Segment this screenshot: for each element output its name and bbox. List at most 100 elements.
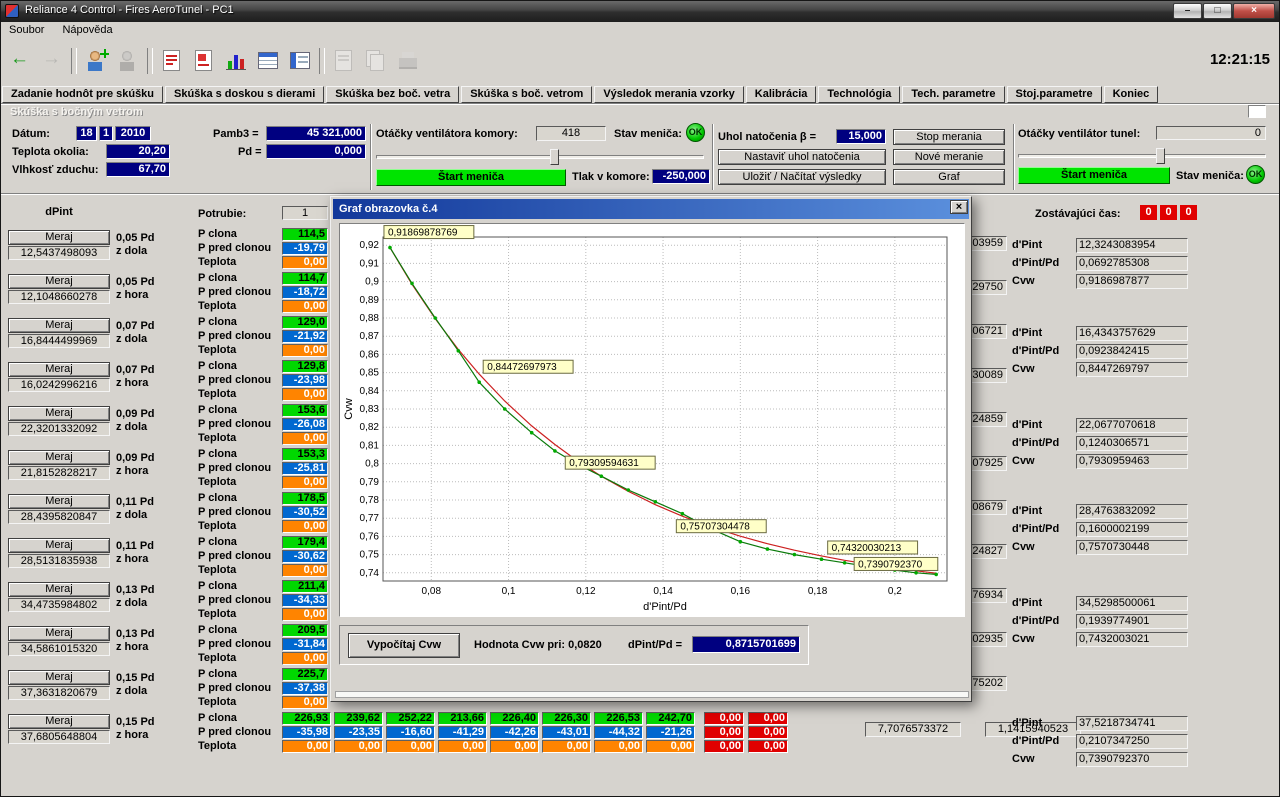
meraj-button[interactable]: Meraj [8,406,110,421]
minimize-button[interactable] [1173,3,1202,19]
toolbar-separator [319,48,325,74]
pd-level-label: 0,07 Pd [116,320,155,333]
p-clona-value: 239,62 [334,712,383,725]
remaining-time-digit: 0 [1140,205,1157,220]
direction-label: z hora [116,641,155,654]
vypocitaj-cvw-button[interactable]: Vypočítaj Cvw [348,633,460,658]
meraj-button[interactable]: Meraj [8,274,110,289]
dpint-measured-value: 16,0242996216 [8,378,110,392]
datum-month-field[interactable]: 1 [99,126,113,141]
meraj-button[interactable]: Meraj [8,450,110,465]
teplota-okolia-value: 20,20 [106,144,170,159]
nove-meranie-button[interactable]: Nové meranie [893,149,1005,165]
tlak-value: -250,000 [652,169,710,184]
alarm-document-button[interactable] [189,46,219,76]
pd-level-label: 0,09 Pd [116,408,155,421]
meraj-button[interactable]: Meraj [8,626,110,641]
ulozit-nacitat-button[interactable]: Uložiť / Načítať výsledky [718,169,886,185]
result-group: d'Pint12,3243083954d'Pint/Pd0,0692785308… [1012,238,1212,292]
tab-koniec[interactable]: Koniec [1104,86,1159,103]
maximize-button[interactable] [1203,3,1232,19]
pd-point-label: 0,07 Pdz dola [116,320,155,346]
p-clona-label: P clona [198,228,237,241]
svg-text:0,82: 0,82 [360,422,380,433]
divider [1013,124,1015,190]
meraj-button[interactable]: Meraj [8,670,110,685]
p-clona-label: P clona [198,668,237,681]
dpint-row: Meraj12,10486602780,05 Pdz hora [8,274,188,318]
meraj-button[interactable]: Meraj [8,714,110,729]
tab-skuska-doska-diery[interactable]: Skúška s doskou s dierami [165,86,324,103]
teplota-label: Teplota [198,300,236,313]
p-clona-value: 225,7 [282,668,328,681]
result-group: d'Pint34,5298500061d'Pint/Pd0,1939774901… [1012,596,1212,650]
svg-text:0,84: 0,84 [360,386,380,397]
stop-merania-button[interactable]: Stop merania [893,129,1005,145]
pipe-readings-group: P clona129,8P pred clonou-23,98Teplota0,… [198,360,332,402]
chart-button[interactable] [221,46,251,76]
cvw-label: Cvw [1012,454,1035,468]
cvw-value: 0,9186987877 [1076,274,1188,289]
spin-control[interactable] [1248,105,1266,118]
edit-button [329,46,359,76]
close-button[interactable] [1233,3,1275,19]
remaining-time-label: Zostávajúci čas: [1035,208,1121,220]
menu-napoveda[interactable]: Nápověda [53,22,121,36]
p-pred-clonou-value: -44,32 [594,726,643,739]
tab-zadanie-hodnot[interactable]: Zadanie hodnôt pre skúšku [2,86,163,103]
back-button[interactable] [5,46,35,76]
svg-text:0,1: 0,1 [502,586,516,597]
meraj-button[interactable]: Meraj [8,538,110,553]
komora-fan-slider[interactable] [376,155,704,159]
teplota-label: Teplota [198,388,236,401]
meraj-button[interactable]: Meraj [8,582,110,597]
start-menica-tunel-button[interactable]: Štart meniča [1018,167,1170,184]
stav-menica-tunel-ok-indicator: OK [1246,165,1265,184]
svg-text:0,83: 0,83 [360,404,380,415]
dpint-measured-value: 28,5131835938 [8,554,110,568]
datum-day-field[interactable]: 18 [76,126,97,141]
report-button[interactable] [285,46,315,76]
table-button[interactable] [253,46,283,76]
tunel-fan-slider-thumb[interactable] [1156,148,1165,164]
log-document-button[interactable] [157,46,187,76]
menu-soubor[interactable]: Soubor [0,22,53,36]
p-pred-clonou-value: -19,79 [282,242,328,255]
datum-year-field[interactable]: 2010 [115,126,151,141]
p-clona-label: P clona [198,712,237,725]
tab-tech-parametre[interactable]: Tech. parametre [902,86,1004,103]
meraj-button[interactable]: Meraj [8,494,110,509]
p-clona-value: 114,5 [282,228,328,241]
meraj-button[interactable]: Meraj [8,362,110,377]
svg-text:0,79: 0,79 [360,477,380,488]
tab-technologia[interactable]: Technológia [818,86,900,103]
vlhkost-value: 67,70 [106,162,170,177]
tab-skuska-bez-vetra[interactable]: Skúška bez boč. vetra [326,86,459,103]
direction-label: z hora [116,553,154,566]
nastavit-uhol-button[interactable]: Nastaviť uhol natočenia [718,149,886,165]
pd-level-label: 0,07 Pd [116,364,155,377]
title-bar[interactable]: Reliance 4 Control - Fires AeroTunel - P… [0,0,1280,22]
dpint-label: d'Pint [1012,418,1042,432]
user-add-icon [84,49,108,73]
otacky-komory-label: Otáčky ventilátora komory: [376,128,518,140]
user-add-button[interactable] [81,46,111,76]
remaining-time-digit: 0 [1160,205,1177,220]
tab-skuska-s-vetrom[interactable]: Skúška s boč. vetrom [461,86,592,103]
dialog-close-icon[interactable] [950,200,968,214]
p-pred-clonou-value: -26,08 [282,418,328,431]
teplota-value: 0,00 [490,740,539,753]
dialog-title-bar[interactable]: Graf obrazovka č.4 [333,199,969,219]
komora-fan-slider-thumb[interactable] [550,149,559,165]
start-menica-button[interactable]: Štart meniča [376,169,566,186]
tunel-fan-slider[interactable] [1018,154,1266,158]
meraj-button[interactable]: Meraj [8,318,110,333]
tab-kalibracia[interactable]: Kalibrácia [746,86,817,103]
graf-button[interactable]: Graf [893,169,1005,185]
cvw-value: 0,7390792370 [1076,752,1188,767]
tab-stoj-parametre[interactable]: Stoj.parametre [1007,86,1102,103]
tab-vysledok-merania[interactable]: Výsledok merania vzorky [594,86,743,103]
svg-text:0,85: 0,85 [360,368,380,379]
meraj-button[interactable]: Meraj [8,230,110,245]
pd-point-label: 0,15 Pdz dola [116,672,155,698]
